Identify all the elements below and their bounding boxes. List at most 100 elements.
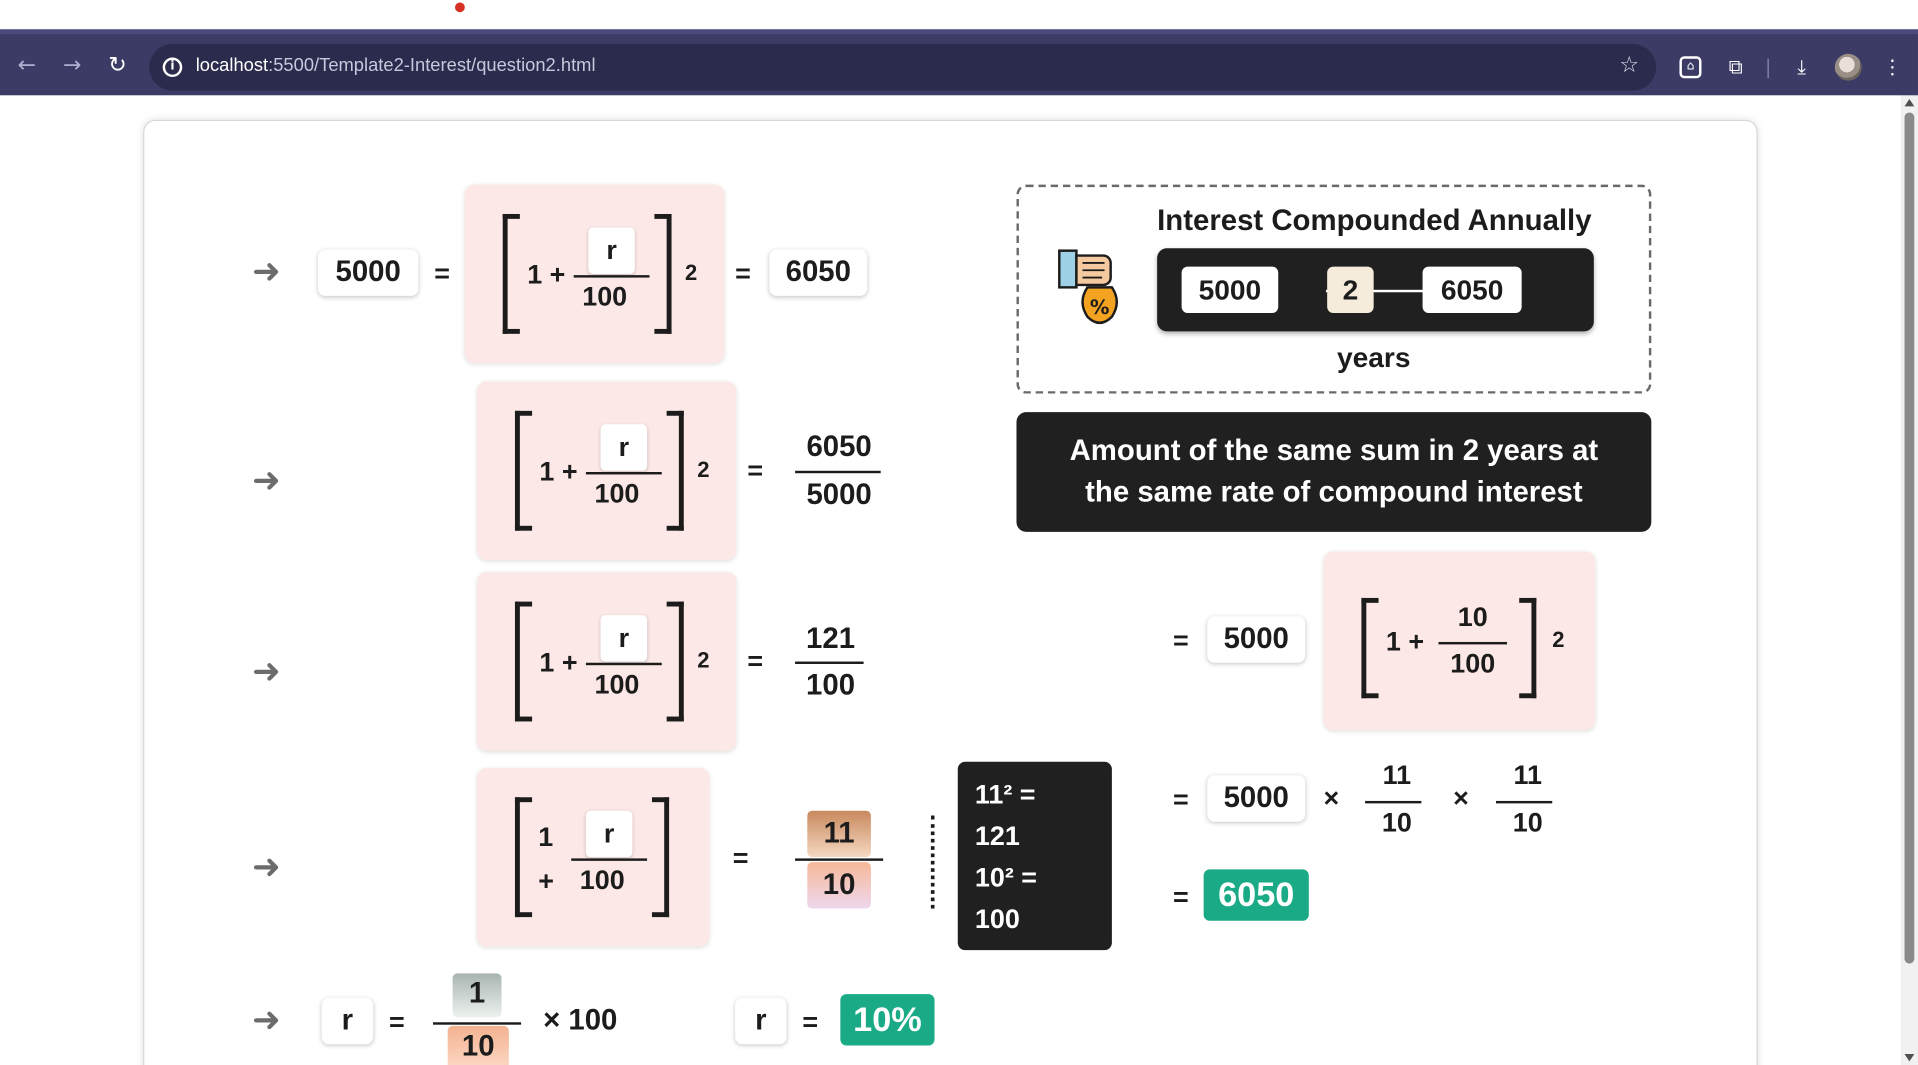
- right-bracket: [666, 410, 684, 531]
- left-bracket: [514, 797, 533, 918]
- exponent: 2: [697, 648, 710, 673]
- rate-variable: r: [600, 424, 648, 471]
- calc-line: 121: [974, 820, 1020, 852]
- question-line: the same rate of compound interest: [1085, 475, 1583, 509]
- fraction-bar: [795, 470, 881, 474]
- equals-sign: =: [388, 1006, 405, 1037]
- browser-toolbar: ← → ↻ i localhost:5500/Template2-Interes…: [0, 29, 1918, 96]
- percent-symbol: %: [1090, 296, 1110, 319]
- timeline-panel: 5000 2 6050: [1157, 248, 1594, 332]
- timeline-principal: 5000: [1181, 266, 1279, 314]
- url-text[interactable]: localhost:5500/Template2-Interest/questi…: [196, 55, 596, 76]
- page-scrollbar[interactable]: [1900, 95, 1918, 1065]
- rhs-denominator: 10: [822, 868, 856, 902]
- left-bracket: [514, 601, 533, 722]
- menu-kebab-icon[interactable]: ⋮: [1879, 54, 1906, 81]
- recording-indicator-dot: [455, 2, 465, 13]
- scroll-up-icon[interactable]: [1904, 99, 1915, 107]
- step-arrow-icon: ➜: [251, 999, 281, 1040]
- formula-box: 1 + r 100 2: [477, 381, 737, 561]
- exponent: 2: [684, 260, 698, 285]
- fraction-numerator: 11: [1382, 759, 1412, 790]
- scroll-thumb[interactable]: [1904, 112, 1915, 964]
- page-viewport: ➜ 5000 = 1 + r 100 2 = 6050 ➜ 1 + r 100: [0, 95, 1901, 1065]
- numerator: 10: [1457, 601, 1488, 633]
- equals-sign: =: [1173, 783, 1189, 815]
- answer-badge: 10%: [840, 994, 935, 1046]
- exponent: 2: [697, 457, 710, 482]
- right-bracket: [1519, 597, 1537, 699]
- numerator: 1: [468, 977, 486, 1011]
- left-bracket: [1361, 597, 1379, 699]
- fraction-bar: [433, 1022, 522, 1025]
- back-icon[interactable]: ←: [12, 51, 41, 80]
- equals-sign: =: [732, 842, 749, 874]
- address-bar[interactable]: i localhost:5500/Template2-Interest/ques…: [149, 44, 1657, 91]
- scroll-down-icon[interactable]: [1904, 1054, 1915, 1062]
- fraction-bar: [795, 661, 864, 664]
- tab-strip: [0, 0, 1918, 30]
- bookmark-star-icon[interactable]: ☆: [1619, 53, 1639, 79]
- one-plus: 1 +: [539, 456, 578, 487]
- fraction-denominator: 10: [1381, 807, 1412, 838]
- fraction-denominator: 10: [1512, 807, 1543, 838]
- one: 1: [538, 821, 554, 853]
- extension-icon[interactable]: ⌂: [1679, 56, 1702, 79]
- rate-variable-chip: r: [321, 997, 374, 1045]
- denominator: 10: [461, 1029, 495, 1063]
- left-bracket: [502, 213, 520, 334]
- rate-variable: r: [600, 615, 648, 662]
- fraction-bar: [1365, 800, 1422, 804]
- fraction-bar: [585, 472, 662, 475]
- denominator: 100: [579, 864, 625, 896]
- denominator: 100: [594, 668, 640, 700]
- left-bracket: [514, 410, 533, 531]
- step-arrow-icon: ➜: [251, 459, 281, 501]
- puzzle-icon[interactable]: ⧉: [1722, 54, 1749, 81]
- fraction-bar: [1438, 641, 1507, 645]
- plus: +: [538, 865, 554, 897]
- timeline-years: 2: [1327, 266, 1374, 314]
- equals-sign: =: [1173, 881, 1189, 913]
- times-hundred: × 100: [543, 1003, 618, 1037]
- square-calculation-box: 11² = 121 10² = 100: [957, 761, 1112, 951]
- site-info-icon[interactable]: i: [162, 57, 183, 78]
- rate-variable: r: [585, 810, 633, 858]
- question-line: Amount of the same sum in 2 years at: [1069, 434, 1599, 468]
- fraction-bar: [573, 275, 650, 278]
- exponent: 2: [1552, 627, 1565, 652]
- fraction-bar: [585, 662, 662, 666]
- forward-icon[interactable]: →: [57, 51, 86, 80]
- rhs-denominator: 100: [806, 668, 856, 702]
- calc-line: 11² =: [974, 778, 1036, 810]
- denominator: 100: [594, 478, 640, 509]
- amount-chip: 6050: [769, 249, 868, 296]
- denominator: 100: [582, 281, 628, 312]
- question-banner: Amount of the same sum in 2 years at the…: [1016, 412, 1652, 532]
- reload-icon[interactable]: ↻: [103, 51, 132, 80]
- equals-sign: =: [735, 258, 751, 289]
- step-arrow-icon: ➜: [251, 846, 281, 887]
- interest-info-box: % Interest Compounded Annually 5000 2 60…: [1016, 184, 1652, 394]
- rate-variable-chip: r: [735, 997, 787, 1045]
- step-arrow-icon: ➜: [251, 650, 281, 691]
- verification-formula-box: 1 + 10 100 2: [1323, 551, 1596, 731]
- dotted-divider: [930, 815, 935, 909]
- toolbar-separator: [1767, 58, 1769, 79]
- download-icon[interactable]: ⤓: [1788, 54, 1815, 81]
- fraction-bar: [1495, 800, 1553, 804]
- formula-box: 1 + r 100 2: [477, 572, 737, 751]
- times-sign: ×: [1453, 782, 1469, 814]
- timeline-amount: 6050: [1422, 266, 1522, 314]
- one-plus: 1 +: [1385, 626, 1425, 657]
- rhs-numerator: 11: [823, 816, 855, 850]
- fraction-numerator: 11: [1513, 759, 1542, 790]
- profile-avatar[interactable]: [1834, 53, 1862, 81]
- right-bracket: [666, 601, 684, 722]
- verification-principal-chip: 5000: [1207, 775, 1306, 822]
- fraction-bar: [571, 858, 648, 861]
- formula-box: 1 + r 100 2: [464, 184, 725, 364]
- principal-chip: 5000: [318, 249, 419, 296]
- calc-line: 10² =: [974, 862, 1037, 893]
- info-title: Interest Compounded Annually: [1157, 204, 1592, 238]
